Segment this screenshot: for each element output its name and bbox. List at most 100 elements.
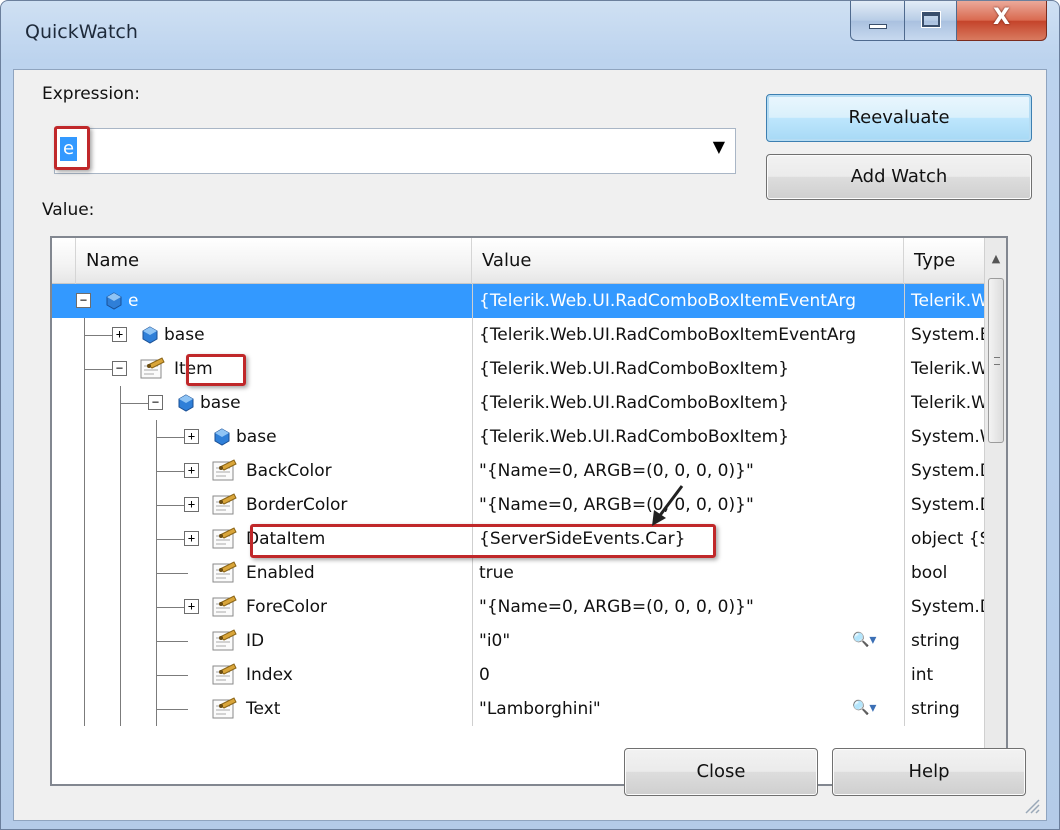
property-icon — [212, 493, 237, 515]
expand-icon[interactable]: + — [184, 497, 199, 512]
row-value: {Telerik.Web.UI.RadComboBoxItemEventArg — [472, 284, 904, 318]
title-bar[interactable]: QuickWatch X — [1, 1, 1059, 71]
dialog-body: Expression: e ▼ Reevaluate Add Watch Val… — [13, 69, 1047, 821]
table-row[interactable]: Enabled true bool — [52, 556, 992, 590]
table-row[interactable]: Text "Lamborghini" string 🔍▾ — [52, 692, 992, 726]
tree-line — [84, 692, 85, 726]
annotation-highlight-item — [186, 354, 246, 386]
close-icon: X — [993, 5, 1010, 30]
name-cell: + base — [52, 318, 472, 352]
row-type: int — [904, 658, 992, 692]
table-row[interactable]: + base {Telerik.Web.UI.RadComboBoxItem} Sys… — [52, 420, 992, 454]
annotation-highlight-dataitem — [250, 524, 716, 558]
expand-icon[interactable]: + — [184, 429, 199, 444]
row-type: System.D — [904, 590, 992, 624]
row-value: {Telerik.Web.UI.RadComboBoxItemEventArg — [472, 318, 904, 352]
tree-line — [84, 624, 85, 658]
row-value: {Telerik.Web.UI.RadComboBoxItem} — [472, 386, 904, 420]
tree-line — [84, 522, 85, 556]
close-window-button[interactable]: X — [957, 1, 1047, 41]
row-type: System.D — [904, 488, 992, 522]
resize-grip-icon[interactable] — [1022, 796, 1040, 814]
row-name: base — [236, 427, 277, 447]
window-controls: X — [850, 1, 1047, 41]
property-icon — [212, 595, 237, 617]
row-value: {Telerik.Web.UI.RadComboBoxItem} — [472, 352, 904, 386]
property-icon — [212, 459, 237, 481]
scroll-thumb[interactable] — [988, 278, 1004, 443]
dropdown-arrow-icon[interactable]: ▼ — [713, 137, 725, 156]
row-name: e — [128, 291, 139, 311]
table-row[interactable]: + BackColor "{Name=0, ARGB=(0, 0, 0, 0)}" S… — [52, 454, 992, 488]
add-watch-button[interactable]: Add Watch — [766, 154, 1032, 200]
table-row[interactable]: + BorderColor "{Name=0, ARGB=(0, 0, 0, 0)}… — [52, 488, 992, 522]
row-name: Text — [246, 699, 281, 719]
row-value: {Telerik.Web.UI.RadComboBoxItem} — [472, 420, 904, 454]
field-icon — [142, 326, 158, 344]
row-name: Enabled — [246, 563, 315, 583]
scroll-up-icon[interactable]: ▲ — [985, 248, 1006, 270]
property-icon — [212, 697, 237, 719]
name-cell: Enabled — [52, 556, 472, 590]
watch-grid[interactable]: Name Value Type − e {Telerik.Web.UI.RadCom… — [50, 236, 1008, 786]
table-row[interactable]: − base {Telerik.Web.UI.RadComboBoxItem} Tel… — [52, 386, 992, 420]
row-name: Index — [246, 665, 293, 685]
tree-line — [120, 624, 121, 658]
tree-line — [156, 709, 188, 710]
column-header-value[interactable]: Value — [472, 238, 904, 284]
help-button[interactable]: Help — [832, 748, 1026, 796]
vertical-scrollbar[interactable]: ▲ ▼ — [984, 238, 1006, 784]
expand-icon[interactable]: + — [112, 327, 127, 342]
collapse-icon[interactable]: − — [112, 361, 127, 376]
expression-label: Expression: — [42, 84, 141, 104]
maximize-button[interactable] — [905, 1, 957, 41]
table-row[interactable]: + ForeColor "{Name=0, ARGB=(0, 0, 0, 0)}" S… — [52, 590, 992, 624]
expand-icon[interactable]: + — [184, 463, 199, 478]
visualizer-magnifier-icon[interactable]: 🔍▾ — [852, 632, 876, 648]
minimize-button[interactable] — [850, 1, 905, 41]
property-icon — [212, 663, 237, 685]
row-name: BackColor — [246, 461, 332, 481]
tree-line — [120, 454, 121, 488]
row-value: "{Name=0, ARGB=(0, 0, 0, 0)}" — [472, 590, 904, 624]
row-type: Telerik.W — [904, 386, 992, 420]
row-name: base — [164, 325, 205, 345]
name-cell: + BorderColor — [52, 488, 472, 522]
row-type: Telerik.W — [904, 352, 992, 386]
table-row[interactable]: + base {Telerik.Web.UI.RadComboBoxItemEven… — [52, 318, 992, 352]
row-value: "{Name=0, ARGB=(0, 0, 0, 0)}" — [472, 488, 904, 522]
window-title: QuickWatch — [25, 21, 138, 43]
tree-line — [84, 658, 85, 692]
tree-line — [120, 420, 121, 454]
column-header-type[interactable]: Type — [904, 238, 992, 284]
row-type: bool — [904, 556, 992, 590]
reevaluate-button[interactable]: Reevaluate — [766, 94, 1032, 142]
grid-header: Name Value Type — [52, 238, 1006, 284]
tree-line — [156, 641, 188, 642]
name-cell: − Item — [52, 352, 472, 386]
row-name: ForeColor — [246, 597, 328, 617]
row-type: System.D — [904, 454, 992, 488]
visualizer-magnifier-icon[interactable]: 🔍▾ — [852, 700, 876, 716]
annotation-highlight-expression — [54, 126, 90, 170]
expand-icon[interactable]: + — [184, 531, 199, 546]
row-type: Telerik.W — [904, 284, 992, 318]
name-cell: − base — [52, 386, 472, 420]
table-row[interactable]: − e {Telerik.Web.UI.RadComboBoxItemEventAr… — [52, 284, 992, 318]
row-name: base — [200, 393, 241, 413]
value-label: Value: — [42, 200, 95, 220]
collapse-icon[interactable]: − — [148, 395, 163, 410]
column-header-name[interactable]: Name — [76, 238, 472, 284]
collapse-icon[interactable]: − — [76, 293, 91, 308]
tree-line — [120, 522, 121, 556]
tree-line — [84, 590, 85, 624]
table-row[interactable]: Index 0 int — [52, 658, 992, 692]
row-value: "i0" — [472, 624, 904, 658]
row-name: BorderColor — [246, 495, 348, 515]
table-row[interactable]: ID "i0" string 🔍▾ — [52, 624, 992, 658]
name-cell: − e — [52, 284, 472, 318]
field-icon — [106, 292, 122, 310]
close-button[interactable]: Close — [624, 748, 818, 796]
expression-combobox[interactable]: e ▼ — [54, 128, 736, 174]
expand-icon[interactable]: + — [184, 599, 199, 614]
